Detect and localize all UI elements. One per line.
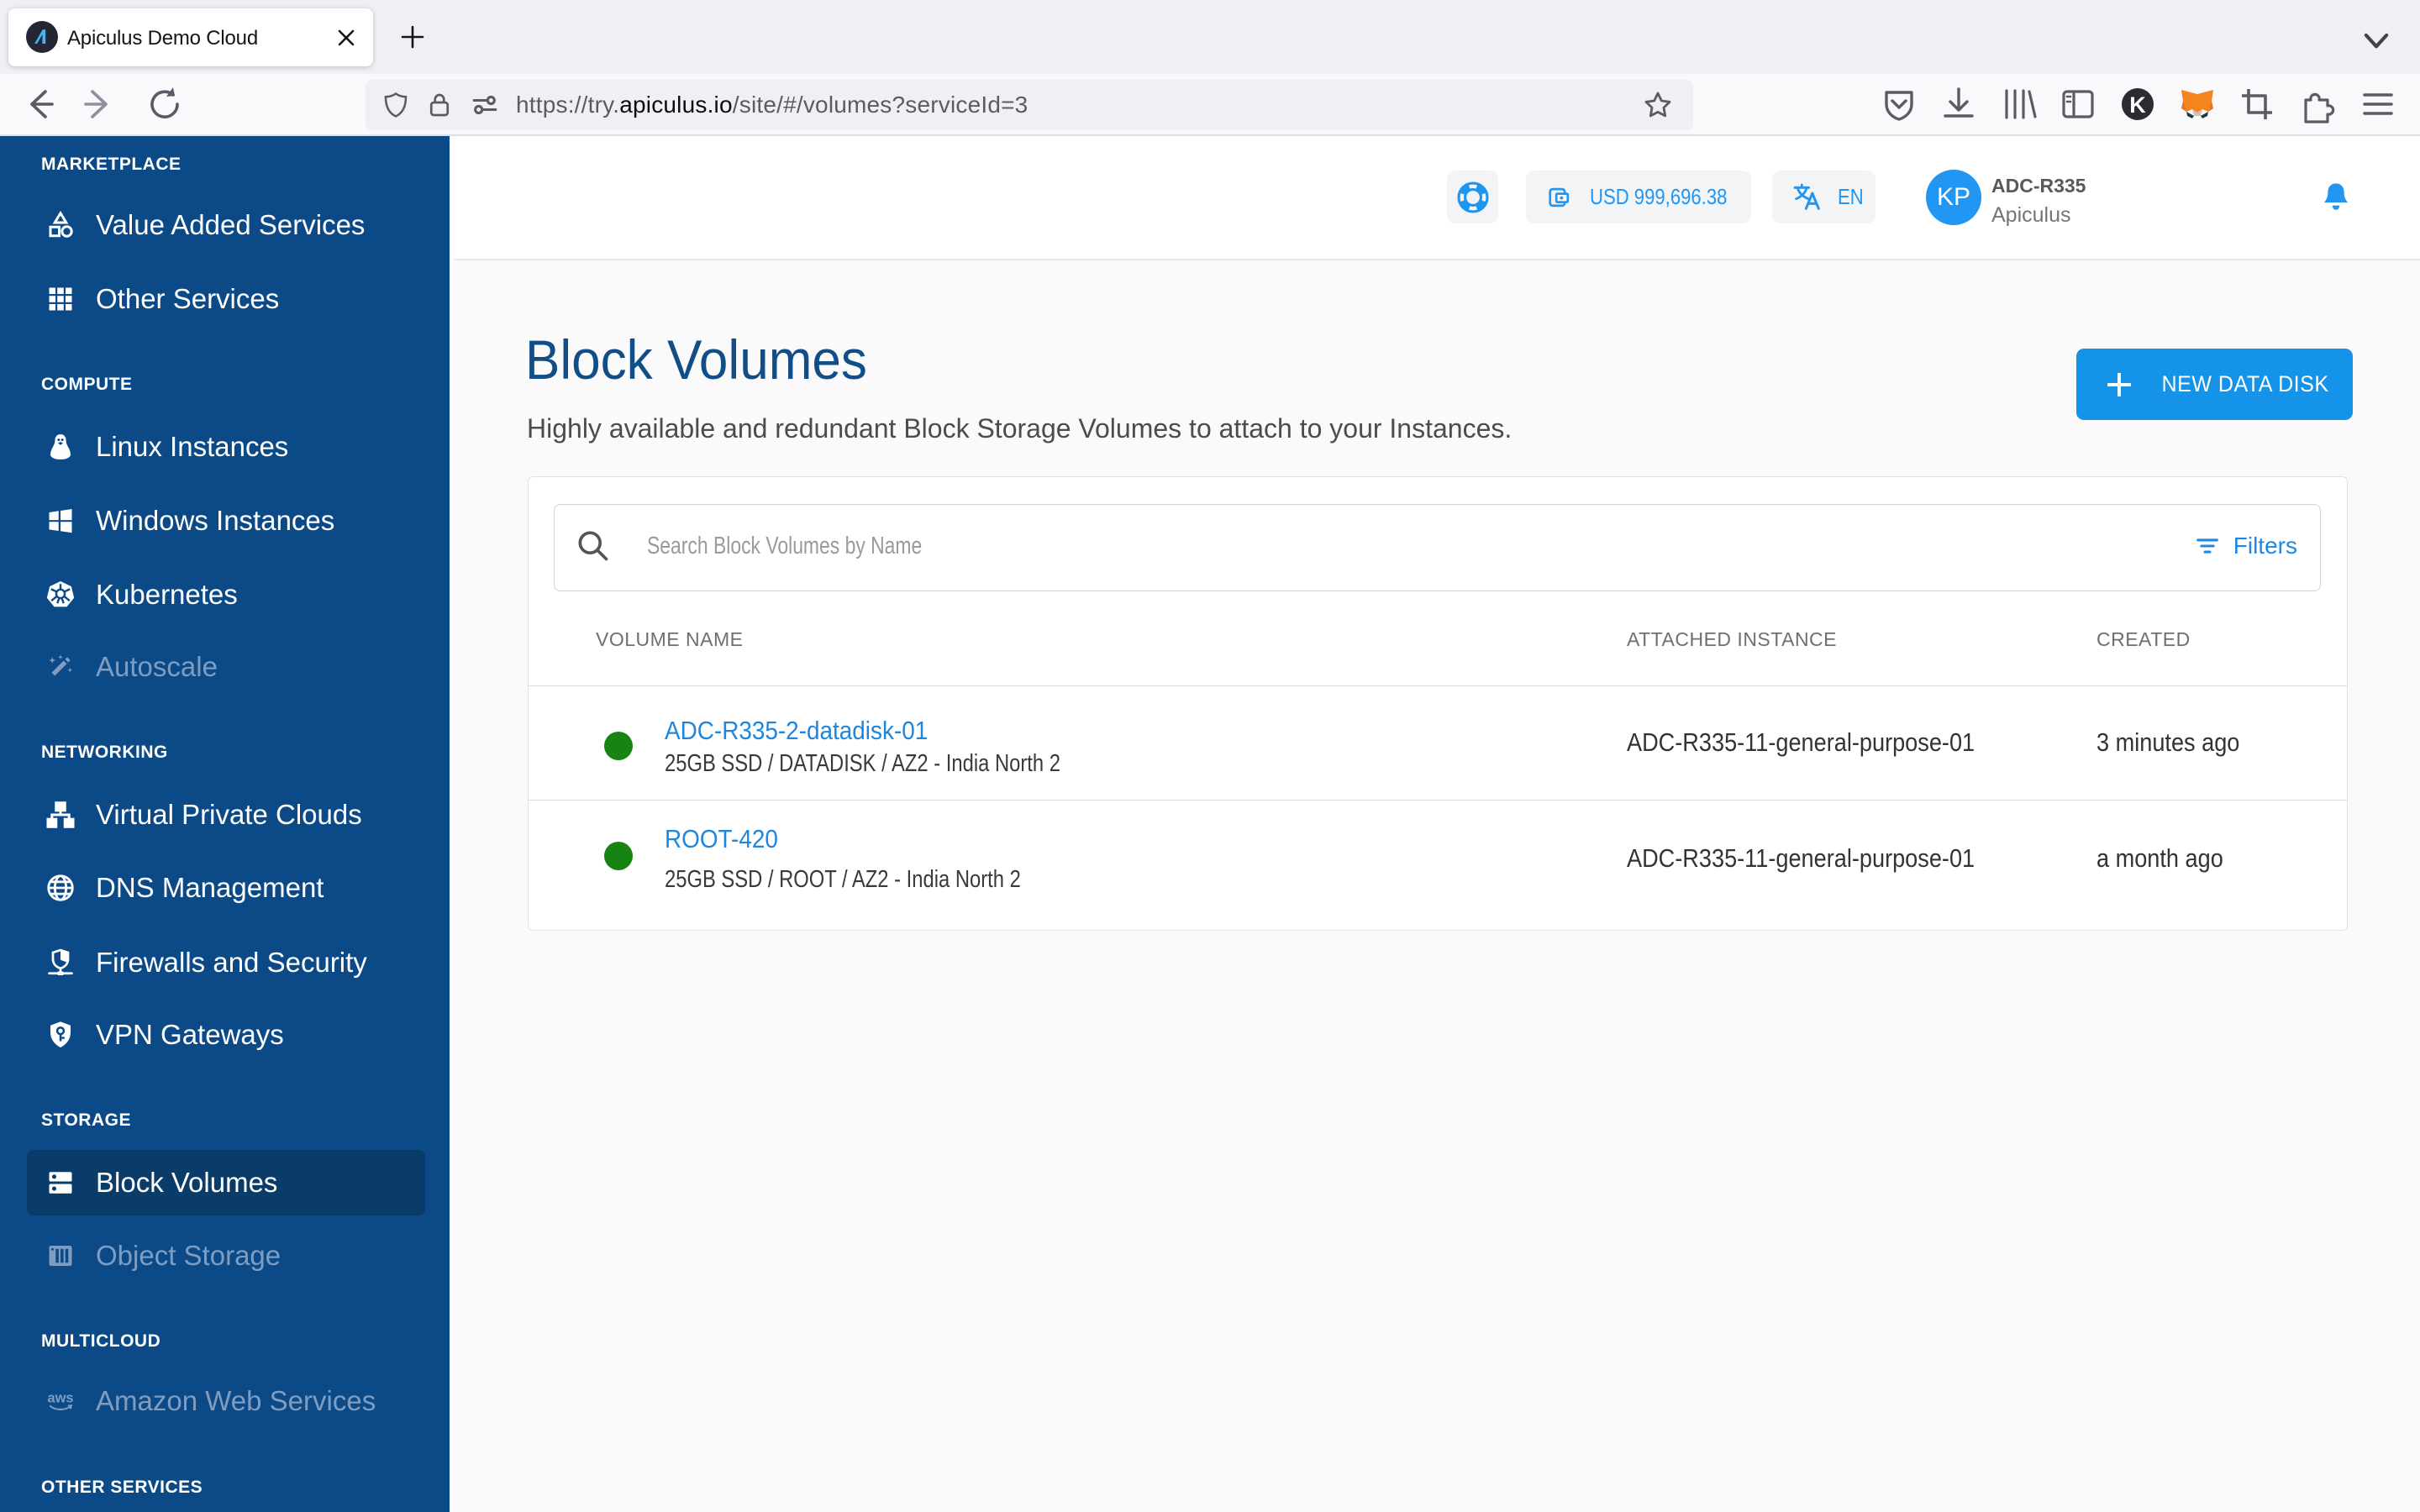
svg-text:K: K [2129, 92, 2146, 118]
svg-text:aws: aws [47, 1391, 73, 1406]
